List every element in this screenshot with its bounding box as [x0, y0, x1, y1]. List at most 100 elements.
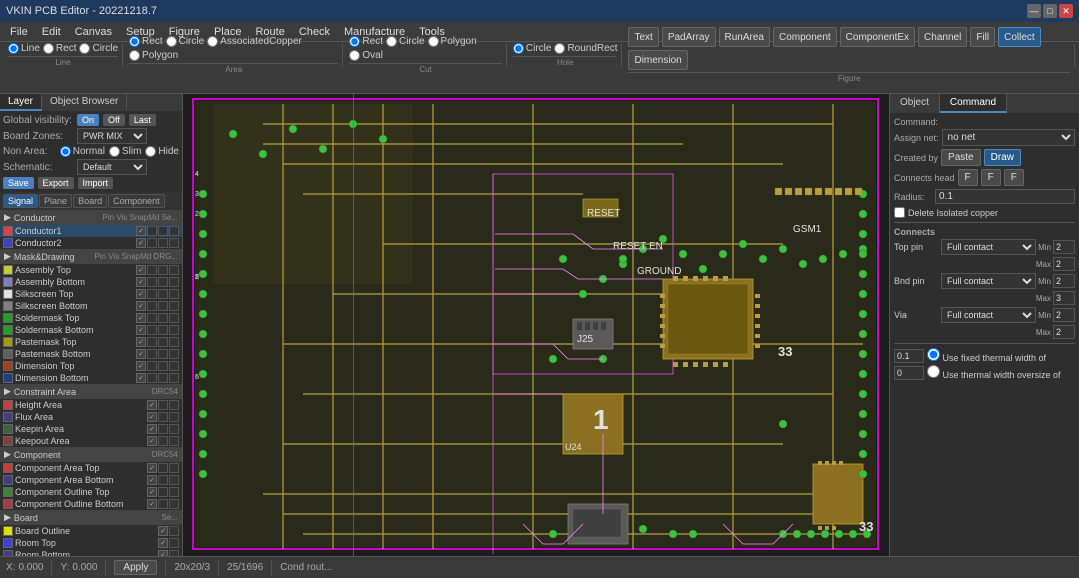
board-outline-layer[interactable]: Board Outline ✓ — [0, 525, 182, 537]
circle-radio-cut[interactable]: Circle — [386, 36, 425, 47]
command-tab[interactable]: Command — [940, 94, 1007, 113]
close-button[interactable]: ✕ — [1059, 4, 1073, 18]
top-pin-min[interactable] — [1053, 240, 1075, 254]
board-group-header[interactable]: ▶ Board Se... — [0, 510, 182, 525]
room-bottom-layer[interactable]: Room Bottom ✓ — [0, 549, 182, 556]
component-btn[interactable]: Component — [773, 27, 837, 47]
global-vis-on-btn[interactable]: On — [77, 114, 99, 126]
runarea-btn[interactable]: RunArea — [719, 27, 770, 47]
top-pin-max[interactable] — [1053, 257, 1075, 271]
plane-tab-btn[interactable]: Plane — [39, 194, 72, 208]
menu-item-file[interactable]: File — [4, 25, 34, 39]
flux-area-layer[interactable]: Flux Area ✓ — [0, 411, 182, 423]
object-tab[interactable]: Object — [890, 94, 940, 113]
keepin-area-layer[interactable]: Keepin Area ✓ — [0, 423, 182, 435]
tab-object-browser[interactable]: Object Browser — [42, 94, 127, 111]
dimension-bottom-layer[interactable]: Dimension Bottom ✓ — [0, 372, 182, 384]
mask-drawing-group-header[interactable]: ▶ Mask&Drawing Pin Vis SnapMd DRG... — [0, 249, 182, 264]
connects-head-f3[interactable]: F — [1004, 169, 1024, 186]
thermal-radio2[interactable] — [927, 365, 940, 378]
bnd-pin-min[interactable] — [1053, 274, 1075, 288]
dimension-btn[interactable]: Dimension — [628, 50, 687, 70]
rect-radio-area[interactable]: Rect — [129, 36, 163, 47]
divider1 — [894, 222, 1075, 223]
assembly-bottom-layer[interactable]: Assembly Bottom ✓ — [0, 276, 182, 288]
conductor-group-header[interactable]: ▶ Conductor Pin Vis SnapMd Se... — [0, 210, 182, 225]
component-outline-bottom-layer[interactable]: Component Outline Bottom ✓ — [0, 498, 182, 510]
text-btn[interactable]: Text — [628, 27, 658, 47]
thermal-value1[interactable] — [894, 349, 924, 363]
assign-net-select[interactable]: no net — [942, 129, 1075, 146]
channel-btn[interactable]: Channel — [918, 27, 967, 47]
signal-tab-btn[interactable]: Signal — [3, 194, 38, 208]
delete-isolated-checkbox[interactable] — [894, 207, 905, 218]
board-zones-select[interactable]: PWR MIX — [77, 128, 147, 144]
right-panel: Object Command Command: Assign net: no n… — [889, 94, 1079, 556]
assembly-top-layer[interactable]: Assembly Top ✓ — [0, 264, 182, 276]
soldermask-bottom-layer[interactable]: Soldermask Bottom ✓ — [0, 324, 182, 336]
roundrect-radio[interactable]: RoundRect — [554, 43, 617, 54]
bnd-pin-max[interactable] — [1053, 291, 1075, 305]
save-layer-btn[interactable]: Save — [3, 177, 34, 189]
constraint-area-group-header[interactable]: ▶ Constraint Area DRC54 — [0, 384, 182, 399]
connects-head-f2[interactable]: F — [981, 169, 1001, 186]
rect-radio-cut[interactable]: Rect — [349, 36, 383, 47]
dimension-top-layer[interactable]: Dimension Top ✓ — [0, 360, 182, 372]
board-tab-btn[interactable]: Board — [73, 194, 107, 208]
radius-input[interactable] — [935, 189, 1075, 204]
assoccopper-radio[interactable]: AssociatedCopper — [207, 36, 302, 47]
import-layer-btn[interactable]: Import — [78, 177, 114, 189]
pcb-canvas-area[interactable]: 1 33 33 LOL RESET RESET EN GROUND GSM1 J… — [183, 94, 889, 556]
fill-btn[interactable]: Fill — [970, 27, 995, 47]
conductor2-layer[interactable]: Conductor2 ✓ — [0, 237, 182, 249]
via-max[interactable] — [1053, 325, 1075, 339]
global-vis-last-btn[interactable]: Last — [129, 114, 156, 126]
via-select[interactable]: Full contact — [941, 307, 1036, 323]
schematic-select[interactable]: Default — [77, 159, 147, 175]
height-area-layer[interactable]: Height Area ✓ — [0, 399, 182, 411]
component-group-header[interactable]: ▶ Component DRC54 — [0, 447, 182, 462]
pastemask-top-layer[interactable]: Pastemask Top ✓ — [0, 336, 182, 348]
component-area-bottom-layer[interactable]: Component Area Bottom ✓ — [0, 474, 182, 486]
top-pin-select[interactable]: Full contact — [941, 239, 1036, 255]
draw-btn[interactable]: Draw — [984, 149, 1021, 166]
minimize-button[interactable]: — — [1027, 4, 1041, 18]
room-top-layer[interactable]: Room Top ✓ — [0, 537, 182, 549]
pastemask-bottom-layer[interactable]: Pastemask Bottom ✓ — [0, 348, 182, 360]
component-area-top-layer[interactable]: Component Area Top ✓ — [0, 462, 182, 474]
thermal-radio1[interactable] — [927, 348, 940, 361]
via-min[interactable] — [1053, 308, 1075, 322]
padarray-btn[interactable]: PadArray — [662, 27, 716, 47]
circle-radio-hole[interactable]: Circle — [513, 43, 552, 54]
menu-item-canvas[interactable]: Canvas — [69, 25, 118, 39]
component-tab-btn[interactable]: Component — [108, 194, 165, 208]
thermal-value2[interactable] — [894, 366, 924, 380]
conductor1-layer[interactable]: Conductor1 ✓ — [0, 225, 182, 237]
bnd-pin-select[interactable]: Full contact — [941, 273, 1036, 289]
rect-radio-line[interactable]: Rect — [43, 43, 77, 54]
componentex-btn[interactable]: ComponentEx — [840, 27, 915, 47]
keepout-area-layer[interactable]: Keepout Area ✓ — [0, 435, 182, 447]
tab-layer[interactable]: Layer — [0, 94, 42, 111]
tb-group-hole: Circle RoundRect Hole — [509, 44, 623, 66]
global-vis-off-btn[interactable]: Off — [103, 114, 125, 126]
connects-head-f1[interactable]: F — [958, 169, 978, 186]
collect-btn[interactable]: Collect — [998, 27, 1041, 47]
paste-btn[interactable]: Paste — [941, 149, 981, 166]
silkscreen-top-layer[interactable]: Silkscreen Top ✓ — [0, 288, 182, 300]
menu-item-edit[interactable]: Edit — [36, 25, 67, 39]
component-outline-top-layer[interactable]: Component Outline Top ✓ — [0, 486, 182, 498]
svg-text:1: 1 — [593, 404, 609, 435]
layer-signal-tabs: Signal Plane Board Component — [0, 192, 182, 210]
silkscreen-bottom-layer[interactable]: Silkscreen Bottom ✓ — [0, 300, 182, 312]
export-layer-btn[interactable]: Export — [38, 177, 74, 189]
oval-radio-cut[interactable]: Oval — [349, 50, 383, 61]
soldermask-top-layer[interactable]: Soldermask Top ✓ — [0, 312, 182, 324]
line-radio[interactable]: Line — [8, 43, 40, 54]
apply-btn[interactable]: Apply — [114, 560, 157, 575]
circle-radio-line[interactable]: Circle — [79, 43, 118, 54]
polygon-radio-area[interactable]: Polygon — [129, 50, 178, 61]
maximize-button[interactable]: □ — [1043, 4, 1057, 18]
polygon-radio-cut[interactable]: Polygon — [428, 36, 477, 47]
circle-radio-area[interactable]: Circle — [166, 36, 205, 47]
